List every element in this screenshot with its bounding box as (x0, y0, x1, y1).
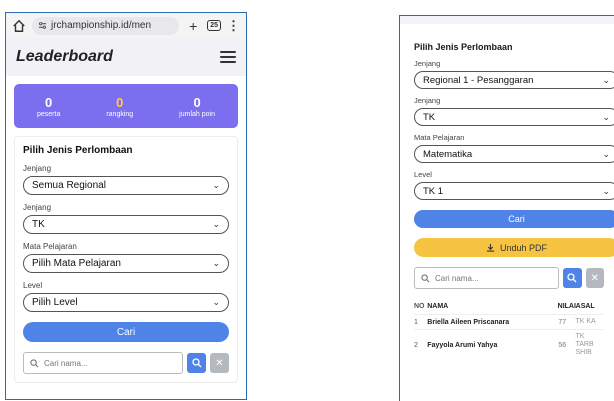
chevron-down-icon: ⌄ (212, 258, 220, 268)
jenjang-label: Jenjang (414, 96, 441, 105)
clear-button[interactable]: ✕ (210, 353, 229, 373)
search-icon (191, 358, 201, 368)
stat-label: peserta (36, 110, 61, 118)
search-input[interactable]: Cari nama... (23, 352, 183, 374)
home-icon[interactable] (12, 19, 26, 33)
download-icon (486, 243, 495, 252)
mapel-label: Mata Pelajaran (23, 242, 77, 251)
select-value: Semua Regional (32, 180, 106, 191)
select-value: TK 1 (423, 185, 444, 197)
chevron-down-icon: ⌄ (602, 148, 610, 159)
page-title: Leaderboard (16, 48, 113, 65)
site-settings-icon[interactable] (38, 21, 47, 30)
top-strip (400, 16, 614, 24)
search-placeholder: Cari nama... (435, 273, 479, 283)
level-select[interactable]: Pilih Level ⌄ (23, 293, 229, 312)
new-tab-icon[interactable]: + (185, 18, 201, 34)
search-button[interactable] (187, 353, 206, 373)
regional-select[interactable]: Regional 1 - Pesanggaran ⌄ (414, 71, 614, 89)
tab-switcher-button[interactable]: 25 (207, 20, 221, 31)
stat-label: jumlah poin (179, 110, 215, 118)
mapel-select[interactable]: Matematika ⌄ (414, 145, 614, 163)
filter-title: Pilih Jenis Perlombaan (23, 145, 133, 156)
header-nama: NAMA (427, 303, 449, 310)
jenjang-label: Jenjang (23, 164, 52, 173)
cell-asal: TK TARB SHIB (575, 333, 594, 357)
header-nilai: NILAI (557, 303, 576, 310)
search-row: Cari nama... ✕ (414, 267, 604, 289)
stat-peserta: 0 peserta (37, 95, 60, 118)
level-select[interactable]: TK 1 ⌄ (414, 182, 614, 200)
select-value: Matematika (423, 148, 473, 160)
cell-nama: Briella Aileen Priscanara (427, 318, 510, 326)
clear-button[interactable]: ✕ (585, 268, 604, 288)
leaderboard-table: NO NAMA NILAI ASAL 1 Briella Aileen Pris… (414, 303, 604, 357)
search-icon (567, 273, 577, 283)
url-text: jrchampionship.id/men (51, 20, 152, 31)
chevron-down-icon: ⌄ (212, 219, 220, 229)
stat-value: 0 (116, 94, 124, 110)
stats-panel: 0 peserta 0 rangking 0 jumlah poin (14, 84, 238, 128)
header-asal: ASAL (575, 303, 595, 310)
cell-asal: TK KA (575, 318, 596, 326)
stat-jumlah-poin: 0 jumlah poin (179, 95, 215, 118)
search-input[interactable]: Cari nama... (414, 267, 560, 289)
cell-nama: Fayyola Arumi Yahya (427, 341, 498, 349)
cell-no: 2 (414, 341, 418, 349)
jenjang-select[interactable]: TK ⌄ (23, 215, 229, 234)
header-no: NO (414, 303, 425, 310)
table-row: 2 Fayyola Arumi Yahya 56 TK TARB SHIB (414, 329, 604, 357)
right-phone-screenshot: Pilih Jenis Perlombaan Jenjang Regional … (399, 15, 614, 401)
close-icon: ✕ (215, 357, 224, 369)
pdf-label: Unduh PDF (499, 242, 548, 253)
cari-button[interactable]: Cari (414, 210, 614, 228)
chevron-down-icon: ⌄ (602, 74, 610, 85)
jenjang-label: Jenjang (414, 59, 441, 68)
filter-title: Pilih Jenis Perlombaan (414, 42, 513, 52)
unduh-pdf-button[interactable]: Unduh PDF (414, 238, 614, 257)
chevron-down-icon: ⌄ (212, 180, 220, 190)
filter-card: Pilih Jenis Perlombaan Jenjang Semua Reg… (14, 136, 238, 383)
search-icon (30, 358, 39, 367)
close-icon: ✕ (590, 272, 600, 284)
chevron-down-icon: ⌄ (212, 297, 220, 307)
stat-rangking: 0 rangking (106, 95, 133, 118)
cari-button[interactable]: Cari (23, 322, 229, 342)
app-header: Leaderboard (6, 38, 246, 76)
stat-value: 0 (193, 94, 201, 110)
cell-nilai: 77 (558, 318, 567, 326)
cell-no: 1 (414, 318, 418, 326)
regional-select[interactable]: Semua Regional ⌄ (23, 176, 229, 195)
hamburger-menu-icon[interactable] (220, 51, 236, 63)
level-label: Level (23, 281, 43, 290)
chevron-down-icon: ⌄ (602, 185, 610, 196)
table-header: NO NAMA NILAI ASAL (414, 303, 604, 311)
select-value: Pilih Mata Pelajaran (32, 258, 121, 269)
select-value: Pilih Level (32, 297, 78, 308)
stat-label: rangking (106, 110, 134, 118)
browser-toolbar: jrchampionship.id/men + 25 ⋮ (6, 13, 246, 38)
search-icon (421, 273, 430, 282)
search-placeholder: Cari nama... (44, 358, 88, 368)
jenjang-label: Jenjang (23, 203, 52, 212)
mapel-label: Mata Pelajaran (414, 133, 465, 142)
table-row: 1 Briella Aileen Priscanara 77 TK KA (414, 314, 604, 326)
address-bar[interactable]: jrchampionship.id/men (32, 16, 180, 35)
jenjang-select[interactable]: TK ⌄ (414, 108, 614, 126)
stat-value: 0 (45, 94, 53, 110)
search-row: Cari nama... ✕ (23, 352, 229, 374)
left-phone-screenshot: jrchampionship.id/men + 25 ⋮ Leaderboard… (5, 12, 247, 400)
select-value: Regional 1 - Pesanggaran (423, 74, 534, 86)
select-value: TK (32, 219, 45, 230)
chevron-down-icon: ⌄ (602, 111, 610, 122)
mapel-select[interactable]: Pilih Mata Pelajaran ⌄ (23, 254, 229, 273)
select-value: TK (423, 111, 436, 123)
more-menu-icon[interactable]: ⋮ (227, 18, 240, 34)
level-label: Level (414, 170, 432, 179)
search-button[interactable] (563, 268, 582, 288)
cell-nilai: 56 (558, 341, 567, 349)
